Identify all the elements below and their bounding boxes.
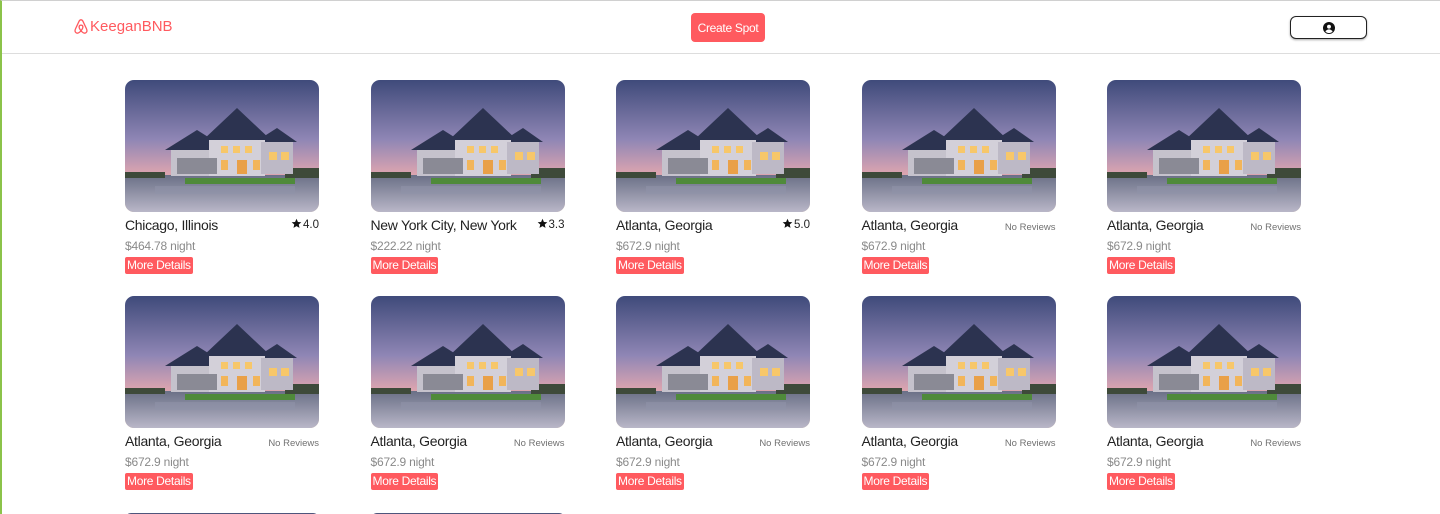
spot-location: Atlanta, Georgia [1107, 433, 1204, 449]
spot-card[interactable]: Atlanta, Georgia No Reviews $672.9 night… [1107, 80, 1301, 277]
rating-value: 3.3 [548, 218, 565, 231]
spot-card-header: Atlanta, Georgia No Reviews [125, 433, 319, 450]
spot-card[interactable]: Atlanta, Georgia No Reviews $672.9 night… [1107, 296, 1301, 493]
no-reviews-label: No Reviews [513, 438, 565, 449]
spot-location: Atlanta, Georgia [1107, 217, 1204, 233]
spot-card[interactable]: Atlanta, Georgia No Reviews $672.9 night… [616, 296, 810, 493]
more-details-button[interactable]: More Details [125, 257, 193, 274]
spot-price: $672.9 night [861, 239, 926, 253]
spot-price: $672.9 night [1107, 239, 1171, 253]
airbnb-logo-icon [74, 19, 88, 34]
spot-price: $672.9 night [616, 239, 680, 253]
spot-rating: 5.0 [782, 219, 810, 231]
more-details-button[interactable]: More Details [616, 473, 684, 490]
spot-card-header: Atlanta, Georgia No Reviews [371, 433, 565, 450]
spot-card[interactable]: Chicago, Illinois 4.0 $464.78 night More… [125, 80, 319, 277]
spot-location: Atlanta, Georgia [861, 217, 959, 233]
spot-image[interactable] [370, 296, 565, 428]
spot-price: $672.9 night [616, 455, 680, 469]
more-details-button[interactable]: More Details [1107, 257, 1175, 274]
spot-image[interactable] [125, 80, 319, 212]
more-details-button[interactable]: More Details [616, 257, 684, 274]
spot-card-header: Atlanta, Georgia 5.0 [616, 217, 810, 234]
spot-card-header: Atlanta, Georgia No Reviews [862, 433, 1056, 450]
spot-card[interactable]: Atlanta, Georgia No Reviews $672.9 night… [861, 296, 1056, 493]
spot-rating: 3.3 [537, 219, 565, 231]
spot-card-header: Atlanta, Georgia No Reviews [1107, 217, 1301, 234]
no-reviews-label: No Reviews [759, 438, 810, 449]
spot-image[interactable] [616, 296, 810, 428]
home-logo-link[interactable]: KeeganBNB [73, 18, 173, 35]
spots-grid: Chicago, Illinois 4.0 $464.78 night More… [125, 80, 1301, 493]
spot-card-header: Atlanta, Georgia No Reviews [862, 217, 1056, 234]
spot-price: $672.9 night [370, 455, 435, 469]
spot-image[interactable] [1107, 80, 1301, 212]
more-details-button[interactable]: More Details [861, 473, 930, 490]
rating-value: 4.0 [303, 218, 319, 231]
spot-price: $464.78 night [125, 239, 196, 253]
more-details-button[interactable]: More Details [1107, 473, 1175, 490]
spot-location: Atlanta, Georgia [616, 433, 713, 449]
spot-card[interactable]: Atlanta, Georgia No Reviews $672.9 night… [861, 80, 1056, 277]
spot-image[interactable] [616, 80, 810, 212]
no-reviews-label: No Reviews [268, 438, 319, 449]
spot-price: $672.9 night [125, 455, 189, 469]
no-reviews-label: No Reviews [1250, 222, 1301, 233]
spot-location: Chicago, Illinois [125, 217, 218, 233]
spot-location: Atlanta, Georgia [616, 217, 713, 233]
spot-price: $672.9 night [861, 455, 926, 469]
spot-price: $672.9 night [1107, 455, 1171, 469]
spot-location: Atlanta, Georgia [370, 433, 468, 449]
no-reviews-label: No Reviews [1004, 222, 1056, 233]
spot-image[interactable] [125, 296, 319, 428]
spot-card[interactable]: Atlanta, Georgia 5.0 $672.9 night More D… [616, 80, 810, 277]
profile-menu-button[interactable] [1290, 16, 1367, 39]
rating-value: 5.0 [794, 218, 810, 231]
more-details-button[interactable]: More Details [370, 257, 439, 274]
more-details-button[interactable]: More Details [370, 473, 439, 490]
spot-card-header: Atlanta, Georgia No Reviews [1107, 433, 1301, 450]
spot-card-header: Atlanta, Georgia No Reviews [616, 433, 810, 450]
spot-location: New York City, New York [370, 217, 517, 233]
top-nav-bar: KeeganBNB Create Spot [2, 1, 1440, 54]
brand-name: KeeganBNB [90, 18, 173, 35]
spot-image[interactable] [861, 296, 1056, 428]
star-icon [782, 218, 793, 228]
spot-image[interactable] [1107, 296, 1301, 428]
spot-card-header: New York City, New York 3.3 [371, 217, 565, 234]
spot-card-header: Chicago, Illinois 4.0 [125, 217, 319, 234]
spot-image[interactable] [861, 80, 1056, 212]
spot-price: $222.22 night [370, 239, 441, 253]
no-reviews-label: No Reviews [1004, 438, 1056, 449]
star-icon [537, 218, 547, 228]
no-reviews-label: No Reviews [1250, 438, 1301, 449]
more-details-button[interactable]: More Details [125, 473, 193, 490]
spot-location: Atlanta, Georgia [125, 433, 222, 449]
more-details-button[interactable]: More Details [861, 257, 930, 274]
spot-card[interactable]: Atlanta, Georgia No Reviews $672.9 night… [125, 296, 319, 493]
spot-image[interactable] [370, 80, 565, 212]
create-spot-button[interactable]: Create Spot [691, 13, 765, 42]
spot-location: Atlanta, Georgia [861, 433, 959, 449]
spot-card[interactable]: Atlanta, Georgia No Reviews $672.9 night… [370, 296, 565, 493]
user-circle-icon [1322, 21, 1335, 34]
star-icon [291, 218, 302, 228]
spot-rating: 4.0 [291, 219, 319, 231]
spot-card[interactable]: New York City, New York 3.3 $222.22 nigh… [370, 80, 565, 277]
